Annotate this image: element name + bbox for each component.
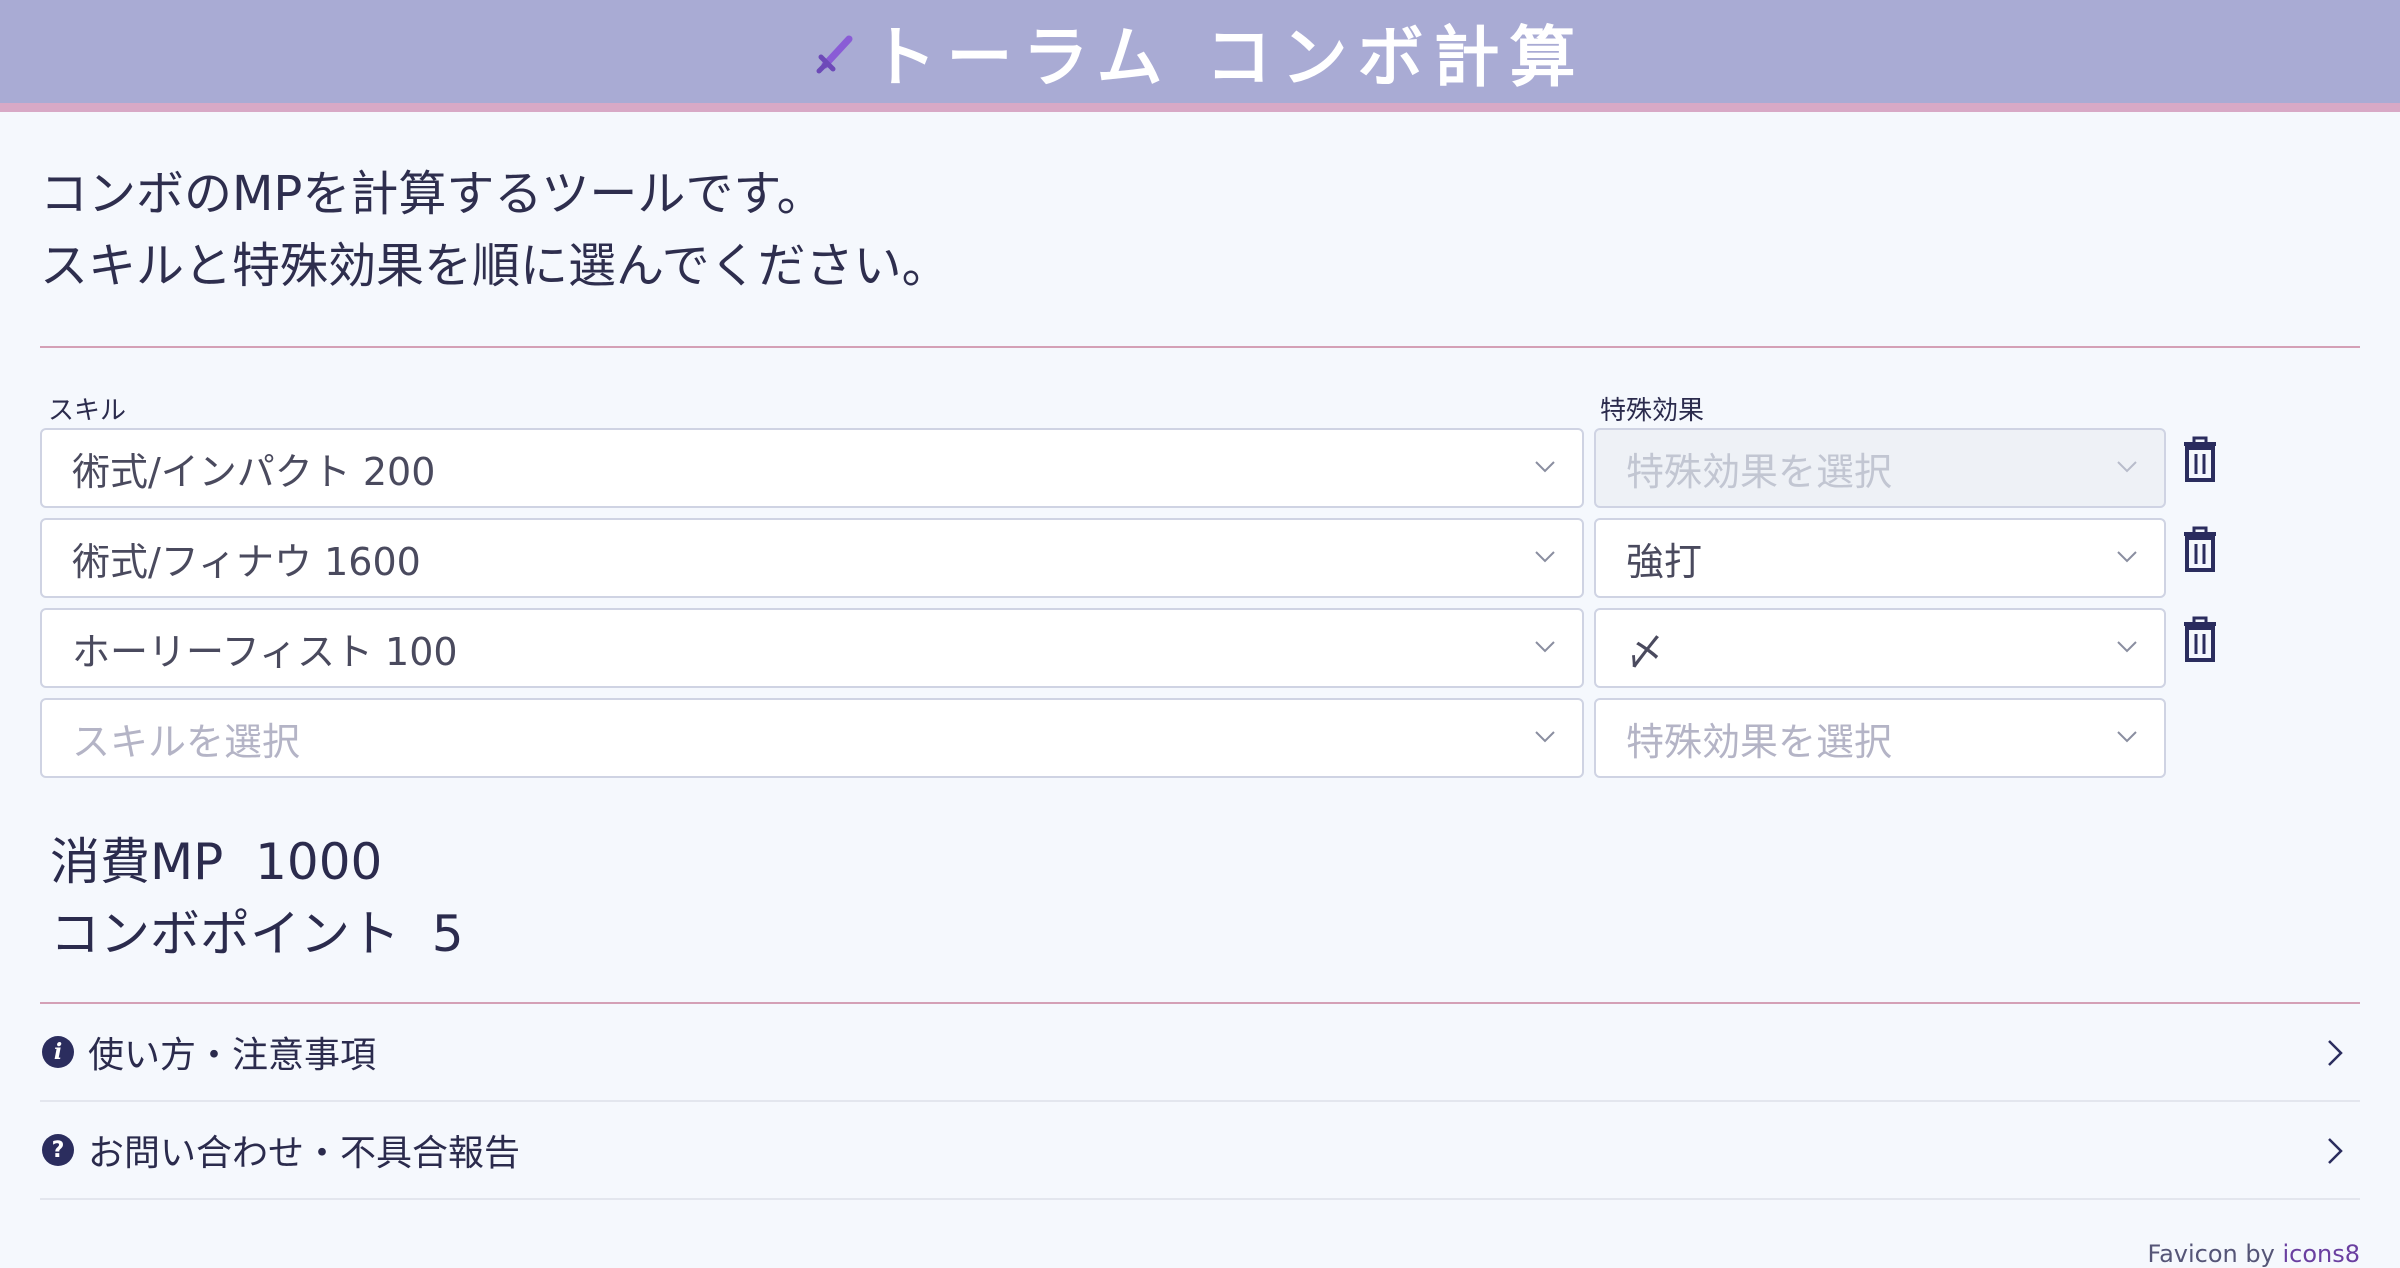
skill-select-value: 術式/インパクト 200 bbox=[72, 449, 436, 494]
info-icon: i bbox=[42, 1036, 74, 1068]
chevron-down-icon bbox=[1535, 731, 1555, 743]
effect-select-value: 〆 bbox=[1626, 629, 1665, 674]
footer-credit: Favicon by icons8 bbox=[2147, 1240, 2360, 1268]
effect-select-placeholder: 特殊効果を選択 bbox=[1626, 719, 1893, 764]
effect-select-value: 特殊効果を選択 bbox=[1626, 449, 1893, 494]
chevron-down-icon bbox=[1535, 641, 1555, 653]
trash-icon[interactable] bbox=[2180, 616, 2220, 662]
chevron-down-icon bbox=[2117, 731, 2137, 743]
cp-result: コンボポイント 5 bbox=[50, 894, 464, 966]
skill-select-value: ホーリーフィスト 100 bbox=[72, 629, 458, 674]
chevron-down-icon bbox=[2117, 551, 2137, 563]
effect-select-1[interactable]: 特殊効果を選択 bbox=[1594, 428, 2166, 508]
effect-column-label: 特殊効果 bbox=[1600, 396, 1705, 426]
mp-value: 1000 bbox=[255, 833, 383, 891]
app-title: トーラム コンボ計算 bbox=[870, 18, 1586, 96]
accordion-contact-label: お問い合わせ・不具合報告 bbox=[88, 1133, 521, 1174]
mp-result: 消費MP 1000 bbox=[50, 822, 382, 894]
effect-select-3[interactable]: 〆 bbox=[1594, 608, 2166, 688]
intro-line-1: コンボのMPを計算するツールです。 bbox=[40, 166, 825, 222]
chevron-right-icon bbox=[2328, 1138, 2343, 1164]
cp-label: コンボポイント bbox=[50, 905, 400, 963]
chevron-right-icon bbox=[2328, 1040, 2343, 1066]
chevron-down-icon bbox=[2117, 461, 2137, 473]
chevron-down-icon bbox=[2117, 641, 2137, 653]
trash-icon[interactable] bbox=[2180, 436, 2220, 482]
chevron-down-icon bbox=[1535, 551, 1555, 563]
app-header: トーラム コンボ計算 bbox=[0, 0, 2400, 112]
cp-value: 5 bbox=[431, 905, 464, 963]
trash-icon[interactable] bbox=[2180, 526, 2220, 572]
chevron-down-icon bbox=[1535, 461, 1555, 473]
effect-select-2[interactable]: 強打 bbox=[1594, 518, 2166, 598]
effect-select-value: 強打 bbox=[1626, 539, 1703, 584]
accordion-usage[interactable]: i 使い方・注意事項 bbox=[40, 1004, 2360, 1102]
skill-select-1[interactable]: 術式/インパクト 200 bbox=[40, 428, 1584, 508]
footer-text: Favicon by bbox=[2147, 1240, 2275, 1268]
mp-label: 消費MP bbox=[50, 833, 224, 891]
skill-select-placeholder: スキルを選択 bbox=[72, 719, 301, 764]
sword-icon bbox=[816, 35, 852, 73]
intro-text: コンボのMPを計算するツールです。 スキルと特殊効果を順に選んでください。 bbox=[40, 158, 950, 302]
skill-select-3[interactable]: ホーリーフィスト 100 bbox=[40, 608, 1584, 688]
effect-select-4[interactable]: 特殊効果を選択 bbox=[1594, 698, 2166, 778]
skill-column-label: スキル bbox=[48, 396, 127, 426]
skill-select-4[interactable]: スキルを選択 bbox=[40, 698, 1584, 778]
intro-line-2: スキルと特殊効果を順に選んでください。 bbox=[40, 238, 950, 294]
accordion-usage-label: 使い方・注意事項 bbox=[88, 1035, 377, 1076]
skill-select-value: 術式/フィナウ 1600 bbox=[72, 539, 421, 584]
accordion-contact[interactable]: ? お問い合わせ・不具合報告 bbox=[40, 1102, 2360, 1200]
question-icon: ? bbox=[42, 1134, 74, 1166]
icons8-link[interactable]: icons8 bbox=[2282, 1240, 2360, 1268]
skill-select-2[interactable]: 術式/フィナウ 1600 bbox=[40, 518, 1584, 598]
divider-top bbox=[40, 346, 2360, 348]
